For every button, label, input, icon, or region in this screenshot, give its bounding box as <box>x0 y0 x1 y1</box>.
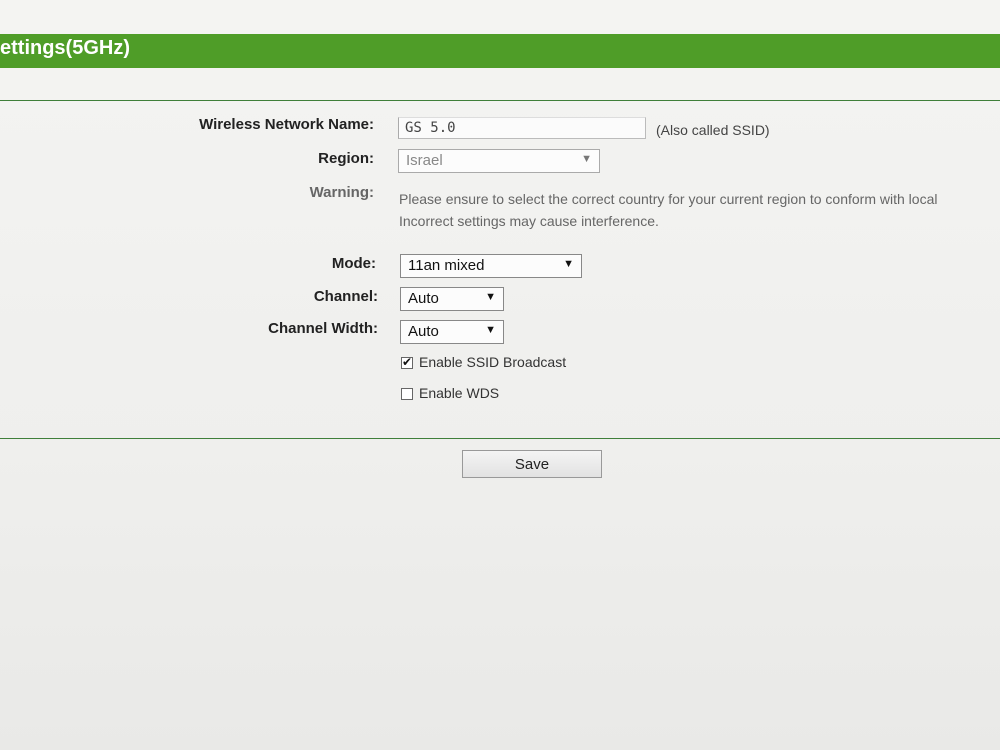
wds-row[interactable]: Enable WDS <box>401 385 499 401</box>
warning-line-1: Please ensure to select the correct coun… <box>399 191 938 207</box>
warning-label: Warning: <box>309 184 374 201</box>
channel-label: Channel: <box>313 288 378 305</box>
top-divider <box>0 100 1000 101</box>
region-select[interactable]: Israel ▼ <box>398 149 600 173</box>
channel-width-label: Channel Width: <box>268 320 378 337</box>
region-label: Region: <box>318 150 374 167</box>
dropdown-arrow-icon: ▼ <box>485 291 496 303</box>
channel-width-value: Auto <box>408 323 439 340</box>
channel-width-select[interactable]: Auto ▼ <box>400 320 504 344</box>
dropdown-arrow-icon: ▼ <box>581 153 592 165</box>
region-value: Israel <box>406 152 443 169</box>
save-button[interactable]: Save <box>462 450 602 478</box>
mode-value: 11an mixed <box>408 257 485 274</box>
ssid-note: (Also called SSID) <box>656 122 770 138</box>
network-name-label: Wireless Network Name: <box>199 116 374 133</box>
dropdown-arrow-icon: ▼ <box>485 324 496 336</box>
wds-checkbox[interactable] <box>401 388 413 400</box>
warning-line-2: Incorrect settings may cause interferenc… <box>399 213 659 229</box>
ssid-broadcast-row[interactable]: Enable SSID Broadcast <box>401 354 566 370</box>
ssid-broadcast-checkbox[interactable] <box>401 355 413 369</box>
wds-label: Enable WDS <box>419 385 500 401</box>
network-name-input[interactable]: GS 5.0 <box>398 117 646 139</box>
channel-select[interactable]: Auto ▼ <box>400 287 504 311</box>
warning-text: Please ensure to select the correct coun… <box>399 188 937 232</box>
page-title: ettings(5GHz) <box>0 37 130 59</box>
header-bar: ettings(5GHz) <box>0 34 1000 68</box>
bottom-divider <box>0 438 1000 439</box>
mode-label: Mode: <box>331 255 376 272</box>
wireless-settings-page: ettings(5GHz) Wireless Network Name: GS … <box>0 0 1000 750</box>
channel-value: Auto <box>408 290 439 307</box>
ssid-broadcast-label: Enable SSID Broadcast <box>419 354 567 370</box>
mode-select[interactable]: 11an mixed ▼ <box>400 254 582 278</box>
dropdown-arrow-icon: ▼ <box>563 258 574 270</box>
